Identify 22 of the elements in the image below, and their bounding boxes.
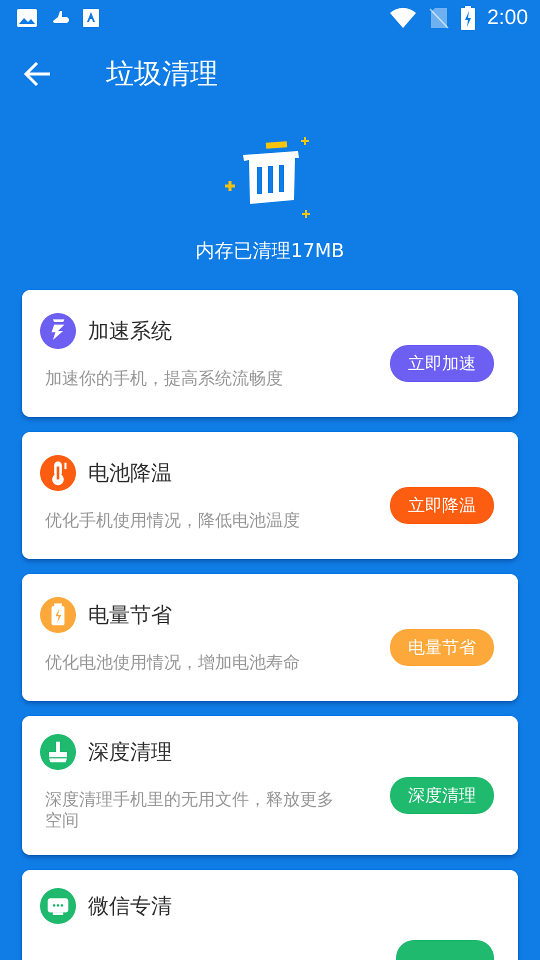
feature-description: 深度清理手机里的无用文件，释放更多空间 [44,790,335,832]
action-button[interactable]: 深度清理 [390,776,494,814]
feature-title: 加速系统 [88,318,172,345]
feature-title: 电量节省 [88,602,172,629]
feature-title: 电池降温 [88,460,172,487]
action-button[interactable]: 立即加速 [390,345,494,382]
back-arrow-icon[interactable] [24,61,52,87]
action-button[interactable]: 电量节省 [390,629,494,666]
battery-icon [461,6,476,30]
font-icon [82,8,100,28]
feature-description: 优化手机使用情况，降低电池温度 [44,510,301,532]
wifi-icon [389,7,418,29]
action-button[interactable]: 立即降温 [390,487,494,524]
feature-description: 优化电池使用情况，增加电池寿命 [44,652,301,674]
page-title: 垃圾清理 [106,56,218,92]
no-sim-icon [429,7,450,29]
clock-time: 2:00 [487,6,528,30]
feature-description: 加速你的手机，提高系统流畅度 [44,368,284,390]
cleaned-memory-text: 内存已清理17MB [196,239,344,264]
feature-title: 深度清理 [88,739,172,766]
image-icon [16,8,38,28]
feature-title: 微信专清 [88,892,172,920]
